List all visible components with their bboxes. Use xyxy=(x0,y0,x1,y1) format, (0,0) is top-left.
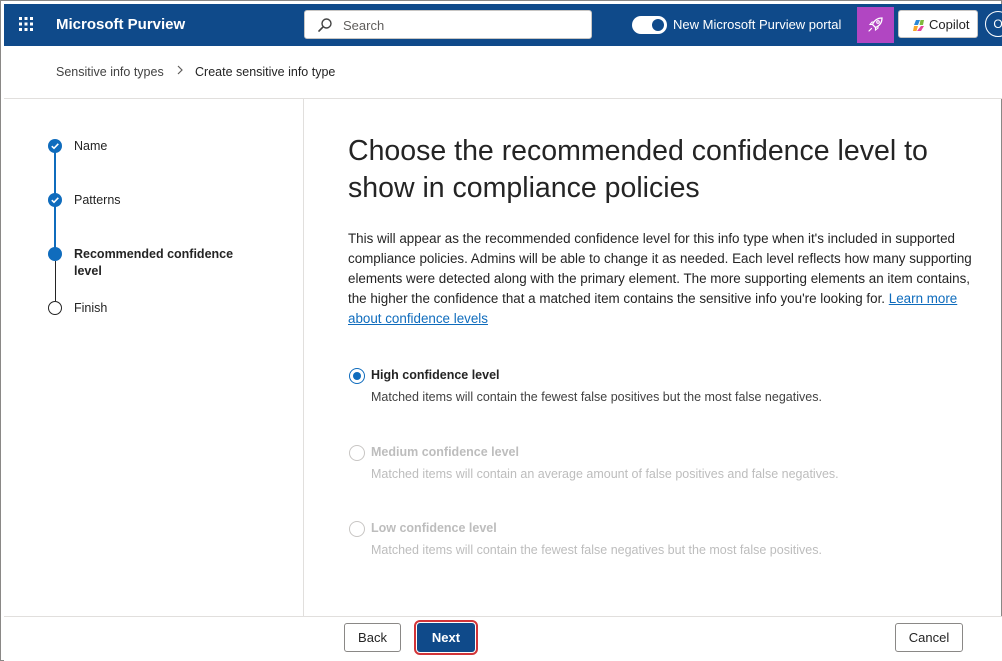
search-placeholder: Search xyxy=(343,18,385,33)
toggle-knob xyxy=(652,19,664,31)
option-description: Matched items will contain the fewest fa… xyxy=(371,543,822,557)
copilot-icon xyxy=(912,19,925,37)
step-complete-icon xyxy=(48,193,62,207)
step-finish: Finish xyxy=(74,301,108,315)
top-bar: Microsoft Purview Search New Microsoft P… xyxy=(4,4,1002,46)
step-connector xyxy=(54,261,56,301)
new-portal-toggle[interactable] xyxy=(632,16,667,34)
breadcrumb-current: Create sensitive info type xyxy=(195,65,336,79)
chevron-right-icon xyxy=(175,63,185,80)
search-box[interactable]: Search xyxy=(304,10,592,39)
radio-selected-dot xyxy=(353,372,361,380)
rocket-icon xyxy=(868,17,883,32)
new-portal-toggle-label: New Microsoft Purview portal xyxy=(673,17,842,32)
radio-low-confidence xyxy=(349,521,365,537)
step-name[interactable]: Name xyxy=(74,138,107,155)
description-text: This will appear as the recommended conf… xyxy=(348,231,972,306)
step-pending-icon xyxy=(48,301,62,315)
back-button[interactable]: Back xyxy=(344,623,401,652)
wizard-stepper: Name Patterns Recommended confidence lev… xyxy=(4,99,304,616)
cancel-button[interactable]: Cancel xyxy=(895,623,963,652)
step-patterns[interactable]: Patterns xyxy=(74,192,121,209)
description: This will appear as the recommended conf… xyxy=(348,229,978,329)
breadcrumb-sensitive-info-types[interactable]: Sensitive info types xyxy=(56,65,164,79)
option-title: High confidence level xyxy=(371,368,500,382)
step-complete-icon xyxy=(48,139,62,153)
rocket-button[interactable] xyxy=(857,7,894,43)
app-title[interactable]: Microsoft Purview xyxy=(56,16,185,33)
radio-medium-confidence xyxy=(349,445,365,461)
step-current-icon xyxy=(48,247,62,261)
option-description: Matched items will contain the fewest fa… xyxy=(371,390,822,404)
avatar[interactable]: O xyxy=(985,11,1002,37)
search-icon xyxy=(317,17,333,38)
copilot-button[interactable]: Copilot xyxy=(898,10,978,38)
app-launcher-icon[interactable] xyxy=(16,14,36,34)
wizard-footer: Back Next Cancel xyxy=(4,616,1002,661)
option-title: Medium confidence level xyxy=(371,445,519,459)
step-recommended-confidence-level[interactable]: Recommended confidence level xyxy=(74,246,249,280)
page-title: Choose the recommended confidence level … xyxy=(348,135,928,204)
breadcrumb: Sensitive info types Create sensitive in… xyxy=(4,46,1002,99)
radio-high-confidence[interactable] xyxy=(349,368,365,384)
next-button[interactable]: Next xyxy=(414,620,478,655)
copilot-label: Copilot xyxy=(929,17,970,32)
option-description: Matched items will contain an average am… xyxy=(371,467,839,481)
main-content: Choose the recommended confidence level … xyxy=(305,99,1002,616)
option-title: Low confidence level xyxy=(371,521,497,535)
